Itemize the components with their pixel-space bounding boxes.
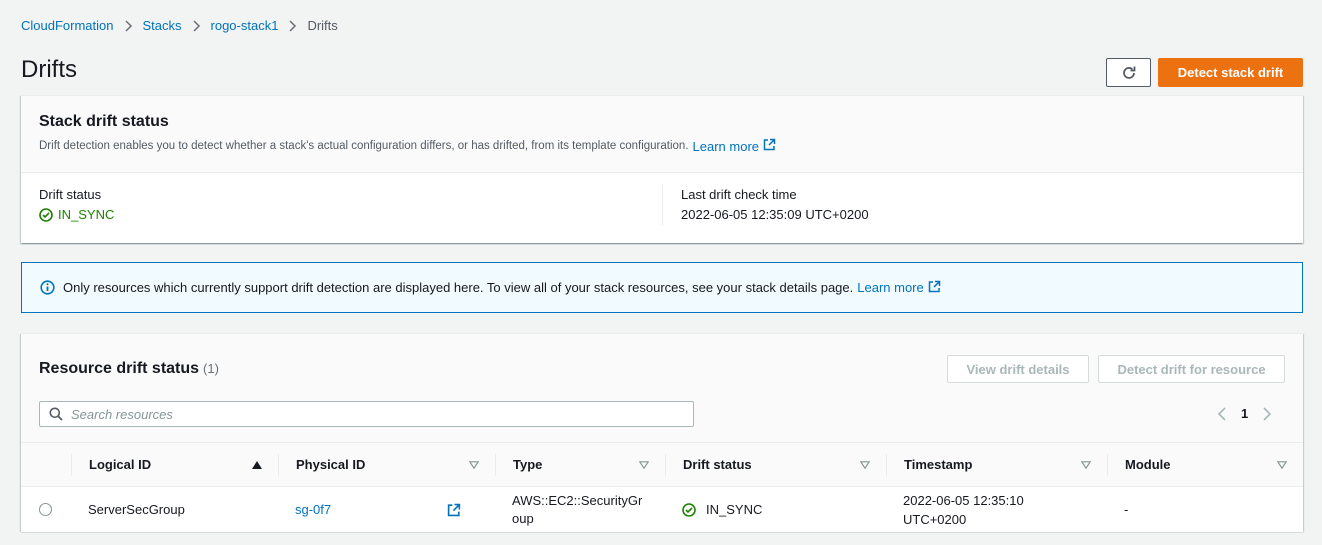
cell-type: AWS::EC2::SecurityGroup <box>512 492 643 526</box>
stack-drift-description: Drift detection enables you to detect wh… <box>39 138 1285 154</box>
drift-status-text: IN_SYNC <box>706 502 763 517</box>
stack-drift-header: Stack drift status Drift detection enabl… <box>21 96 1303 173</box>
drift-status-value: IN_SYNC <box>39 207 644 222</box>
external-link-icon[interactable] <box>447 503 461 517</box>
stack-drift-status-panel: Stack drift status Drift detection enabl… <box>21 95 1303 243</box>
stack-drift-title: Stack drift status <box>39 113 169 130</box>
resource-drift-status-panel: Resource drift status (1) View drift det… <box>21 333 1303 532</box>
column-label: Physical ID <box>296 457 366 472</box>
sort-ascending-icon[interactable] <box>252 460 262 469</box>
cell-timestamp: 2022-06-05 12:35:10 UTC+0200 <box>903 492 1024 527</box>
breadcrumb: CloudFormation Stacks rogo-stack1 Drifts <box>21 18 338 33</box>
resource-count: (1) <box>203 361 219 376</box>
refresh-button[interactable] <box>1106 58 1151 87</box>
column-header-timestamp[interactable]: Timestamp <box>886 453 1107 476</box>
column-header-type[interactable]: Type <box>495 453 665 476</box>
current-page-number[interactable]: 1 <box>1241 406 1248 421</box>
breadcrumb-cloudformation[interactable]: CloudFormation <box>21 18 114 33</box>
cell-drift-status: IN_SYNC <box>665 502 886 517</box>
info-alert: Only resources which currently support d… <box>21 262 1303 313</box>
column-label: Logical ID <box>89 457 152 472</box>
column-label: Type <box>513 457 543 472</box>
row-select-cell <box>21 503 71 516</box>
column-header-module[interactable]: Module <box>1107 453 1303 476</box>
drift-status-text: IN_SYNC <box>58 207 115 222</box>
row-radio-button[interactable] <box>39 503 52 516</box>
breadcrumb-stack[interactable]: rogo-stack1 <box>211 18 279 33</box>
sort-icon[interactable] <box>860 460 870 469</box>
cell-logical-id: ServerSecGroup <box>88 502 185 517</box>
search-field[interactable] <box>39 401 694 427</box>
drift-key-values: Drift status IN_SYNC Last drift check ti… <box>21 173 1303 243</box>
resource-drift-header: Resource drift status (1) View drift det… <box>21 334 1303 486</box>
column-label: Module <box>1125 457 1171 472</box>
check-circle-icon <box>682 502 701 517</box>
info-learn-more-link[interactable]: Learn more <box>857 280 940 296</box>
cell-physical-id: sg-0f7 <box>278 502 495 517</box>
info-icon <box>40 280 55 295</box>
last-check-label: Last drift check time <box>681 187 797 202</box>
column-label: Drift status <box>683 457 752 472</box>
sort-icon[interactable] <box>1277 460 1287 469</box>
resource-drift-heading: Resource drift status (1) <box>39 360 219 378</box>
chevron-right-icon <box>192 19 201 32</box>
detect-drift-for-resource-button[interactable]: Detect drift for resource <box>1098 355 1285 383</box>
table-header: Logical ID Physical ID Type Drift status… <box>21 442 1303 486</box>
external-link-icon <box>763 138 776 154</box>
search-icon <box>49 407 63 421</box>
stack-drift-description-text: Drift detection enables you to detect wh… <box>39 140 689 152</box>
learn-more-label: Learn more <box>692 138 760 154</box>
column-header-physical-id[interactable]: Physical ID <box>278 453 495 476</box>
chevron-right-icon <box>124 19 133 32</box>
physical-id-link[interactable]: sg-0f7 <box>295 502 331 517</box>
drift-status-label: Drift status <box>39 187 102 202</box>
breadcrumb-current: Drifts <box>307 18 338 33</box>
check-circle-icon <box>39 207 58 222</box>
last-check-field: Last drift check time 2022-06-05 12:35:0… <box>662 185 1303 225</box>
sort-icon[interactable] <box>639 460 649 469</box>
breadcrumb-stacks[interactable]: Stacks <box>143 18 182 33</box>
next-page-icon[interactable] <box>1262 406 1272 421</box>
search-input[interactable] <box>71 406 671 422</box>
drift-status-field: Drift status IN_SYNC <box>21 173 662 243</box>
column-header-drift-status[interactable]: Drift status <box>665 453 886 476</box>
learn-more-link[interactable]: Learn more <box>693 138 776 154</box>
chevron-right-icon <box>288 19 297 32</box>
table-row[interactable]: ServerSecGroup sg-0f7 AWS::EC2::Security… <box>21 486 1303 532</box>
info-alert-text: Only resources which currently support d… <box>63 280 854 295</box>
pagination: 1 <box>1217 406 1272 421</box>
last-check-value: 2022-06-05 12:35:09 UTC+0200 <box>681 207 869 222</box>
detect-stack-drift-button[interactable]: Detect stack drift <box>1158 58 1303 87</box>
view-drift-details-button[interactable]: View drift details <box>947 355 1089 383</box>
previous-page-icon[interactable] <box>1217 406 1227 421</box>
refresh-icon <box>1121 65 1137 81</box>
sort-icon[interactable] <box>1081 460 1091 469</box>
column-label: Timestamp <box>904 457 973 472</box>
info-learn-more-label: Learn more <box>857 280 924 295</box>
column-header-logical-id[interactable]: Logical ID <box>71 453 278 476</box>
external-link-icon <box>928 280 941 296</box>
sort-icon[interactable] <box>469 460 479 469</box>
resource-drift-title: Resource drift status <box>39 360 200 377</box>
cell-module: - <box>1124 502 1129 517</box>
page-title: Drifts <box>21 56 77 83</box>
